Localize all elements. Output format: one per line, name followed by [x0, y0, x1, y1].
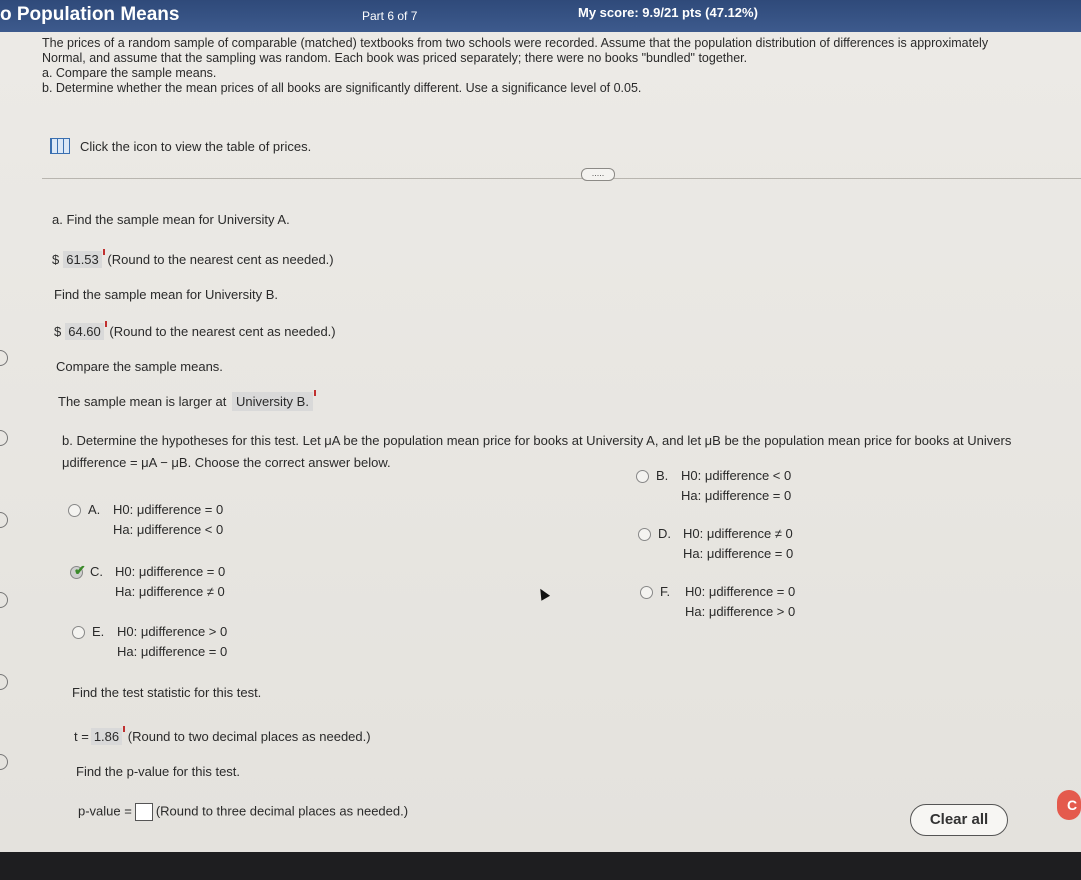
option-d-letter: D. — [658, 526, 671, 541]
radio-f[interactable] — [640, 586, 653, 599]
question-compare: Compare the sample means. — [56, 359, 223, 374]
mean-b-answer[interactable]: 64.60 — [65, 321, 107, 340]
option-a-ha: Ha: μdifference < 0 — [113, 522, 224, 537]
option-a-h0: H0: μdifference = 0 — [113, 502, 224, 517]
dollar-sign: $ — [54, 324, 62, 339]
mean-a-answer[interactable]: 61.53 — [63, 249, 105, 268]
view-table-link[interactable]: Click the icon to view the table of pric… — [50, 138, 311, 154]
question-p-value: Find the p-value for this test. — [76, 764, 241, 779]
answer-mean-b-row: $64.60 (Round to the nearest cent as nee… — [54, 321, 336, 340]
clear-all-button[interactable]: Clear all — [910, 804, 1008, 836]
bottom-bar — [0, 852, 1081, 880]
answer-compare-row: The sample mean is larger at University … — [58, 390, 316, 411]
sidebar-mark-icon[interactable] — [0, 674, 8, 690]
option-e-letter: E. — [92, 624, 105, 639]
assignment-title: o Population Means — [0, 4, 180, 25]
radio-b[interactable] — [636, 470, 649, 483]
t-answer[interactable]: 1.86 — [90, 726, 126, 745]
option-a-letter: A. — [88, 502, 101, 517]
checkmark-icon: ✔ — [74, 562, 86, 578]
option-b-h0: H0: μdifference < 0 — [681, 468, 792, 483]
sidebar-mark-icon[interactable] — [0, 512, 8, 528]
p-hint: (Round to three decimal places as needed… — [155, 803, 409, 819]
option-d-h0: H0: μdifference ≠ 0 — [683, 526, 793, 541]
expand-more-button[interactable]: ..... — [581, 168, 615, 181]
sidebar-mark-icon[interactable] — [0, 592, 8, 608]
question-test-statistic: Find the test statistic for this test. — [72, 685, 262, 700]
my-score: My score: 9.9/21 pts (47.12%) — [578, 5, 758, 20]
check-answer-button[interactable]: C — [1057, 790, 1081, 820]
option-f-letter: F. — [660, 584, 671, 599]
radio-e[interactable] — [72, 626, 85, 639]
question-mean-b: Find the sample mean for University B. — [54, 287, 278, 302]
sidebar-mark-icon[interactable] — [0, 350, 8, 366]
radio-a[interactable] — [68, 504, 81, 517]
table-icon[interactable] — [50, 138, 70, 154]
compare-prefix: The sample mean is larger at — [58, 394, 227, 409]
option-c-h0: H0: μdifference = 0 — [115, 564, 226, 579]
option-b-letter: B. — [656, 468, 669, 483]
option-c-letter: C. — [90, 564, 103, 579]
table-link-label: Click the icon to view the table of pric… — [80, 138, 312, 154]
p-value-input[interactable] — [134, 803, 153, 821]
sidebar-mark-icon[interactable] — [0, 754, 8, 770]
question-hypotheses: b. Determine the hypotheses for this tes… — [62, 433, 1012, 448]
dollar-sign: $ — [52, 252, 60, 267]
option-d-ha: Ha: μdifference = 0 — [683, 546, 794, 561]
answer-p-value-row: p-value = (Round to three decimal places … — [78, 803, 408, 821]
option-b-ha: Ha: μdifference = 0 — [681, 488, 792, 503]
option-e-h0: H0: μdifference > 0 — [117, 624, 228, 639]
intro-part-b: b. Determine whether the mean prices of … — [42, 81, 642, 95]
t-prefix: t = — [74, 729, 89, 744]
mean-b-hint: (Round to the nearest cent as needed.) — [109, 324, 336, 339]
compare-answer[interactable]: University B. — [231, 390, 316, 411]
part-indicator: Part 6 of 7 — [362, 9, 418, 23]
sidebar-mark-icon[interactable] — [0, 430, 8, 446]
answer-mean-a-row: $61.53 (Round to the nearest cent as nee… — [52, 249, 334, 268]
option-e-ha: Ha: μdifference = 0 — [117, 644, 228, 659]
mean-a-hint: (Round to the nearest cent as needed.) — [107, 252, 334, 267]
option-f-ha: Ha: μdifference > 0 — [685, 604, 796, 619]
p-prefix: p-value = — [78, 803, 132, 819]
question-hypotheses-line2: μdifference = μA − μB. Choose the correc… — [62, 455, 391, 470]
t-hint: (Round to two decimal places as needed.) — [127, 729, 371, 744]
option-f-h0: H0: μdifference = 0 — [685, 584, 796, 599]
radio-d[interactable] — [638, 528, 651, 541]
divider — [42, 178, 1081, 179]
top-bar: o Population Means Part 6 of 7 My score:… — [0, 0, 1081, 32]
intro-part-a: a. Compare the sample means. — [42, 66, 217, 80]
problem-intro: The prices of a random sample of compara… — [42, 36, 1022, 96]
option-c-ha: Ha: μdifference ≠ 0 — [115, 584, 225, 599]
answer-test-statistic-row: t = 1.86 (Round to two decimal places as … — [74, 726, 371, 745]
question-mean-a: a. Find the sample mean for University A… — [52, 212, 290, 227]
intro-text: The prices of a random sample of compara… — [42, 36, 989, 65]
